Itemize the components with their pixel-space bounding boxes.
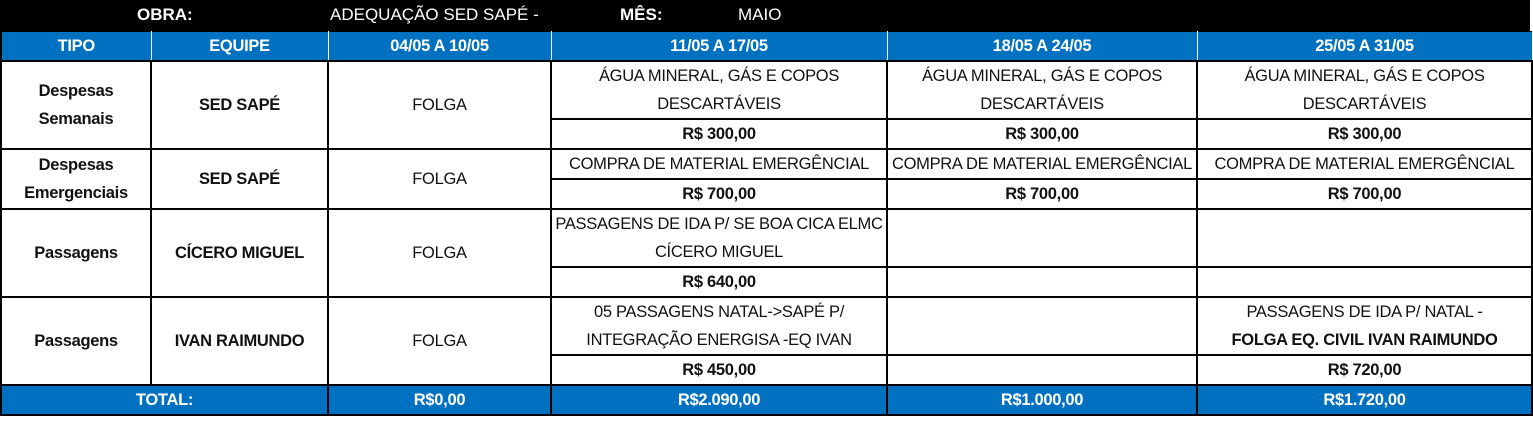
- total-week3: R$1.000,00: [886, 384, 1198, 416]
- total-row: TOTAL: R$0,00 R$2.090,00 R$1.000,00 R$1.720,…: [0, 384, 1533, 416]
- w2-description: ÁGUA MINERAL, GÁS E COPOS DESCARTÁVEIS: [598, 67, 840, 113]
- total-week2: R$2.090,00: [550, 384, 888, 416]
- w3-description: COMPRA DE MATERIAL EMERGÊNCIAL: [892, 155, 1192, 173]
- w3-amount: R$ 300,00: [886, 118, 1198, 150]
- w2-amount: R$ 700,00: [550, 178, 888, 210]
- w2-amount: R$ 640,00: [550, 266, 888, 298]
- w3-description: ÁGUA MINERAL, GÁS E COPOS DESCARTÁVEIS: [921, 67, 1163, 113]
- col-header-week3: 18/05 A 24/05: [886, 31, 1198, 62]
- w2-description-cell: PASSAGENS DE IDA P/ SE BOA CICA ELMC CÍC…: [550, 208, 888, 268]
- title-bar: OBRA: ADEQUAÇÃO SED SAPÉ - MÊS: MAIO: [0, 0, 1530, 31]
- w3-description-cell: [886, 208, 1198, 268]
- col-header-week1: 04/05 A 10/05: [327, 31, 552, 62]
- col-header-week2: 11/05 A 17/05: [550, 31, 888, 62]
- w2-description: PASSAGENS DE IDA P/ SE BOA CICA ELMC CÍC…: [555, 215, 883, 261]
- w2-amount: R$ 450,00: [550, 354, 888, 386]
- tipo-cell: Passagens: [0, 296, 152, 386]
- mes-label: MÊS:: [620, 5, 663, 24]
- w4-description: PASSAGENS DE IDA P/ NATAL -: [1246, 303, 1483, 321]
- total-label: TOTAL:: [0, 384, 329, 416]
- w2-description-cell: COMPRA DE MATERIAL EMERGÊNCIAL: [550, 148, 888, 180]
- w2-description: COMPRA DE MATERIAL EMERGÊNCIAL: [569, 155, 869, 173]
- w4-description-cell: [1196, 208, 1533, 268]
- week1-cell: FOLGA: [327, 148, 552, 210]
- w3-amount: R$ 700,00: [886, 178, 1198, 210]
- tipo-cell: Passagens: [0, 208, 152, 298]
- w3-amount: [886, 354, 1198, 386]
- w4-amount: R$ 720,00: [1196, 354, 1533, 386]
- col-header-week4: 25/05 A 31/05: [1196, 31, 1533, 62]
- equipe-cell: IVAN RAIMUNDO: [150, 296, 329, 386]
- column-headers: TIPO EQUIPE 04/05 A 10/05 11/05 A 17/05 …: [0, 31, 1533, 62]
- w3-amount: [886, 266, 1198, 298]
- w4-description-cell: PASSAGENS DE IDA P/ NATAL - FOLGA EQ. CIV…: [1196, 296, 1533, 356]
- w2-description-cell: ÁGUA MINERAL, GÁS E COPOS DESCARTÁVEIS: [550, 60, 888, 120]
- w4-description: COMPRA DE MATERIAL EMERGÊNCIAL: [1214, 155, 1515, 173]
- expense-table: TIPO EQUIPE 04/05 A 10/05 11/05 A 17/05 …: [0, 31, 1533, 416]
- obra-label: OBRA:: [137, 5, 193, 24]
- w4-amount: [1196, 266, 1533, 298]
- w4-amount: R$ 300,00: [1196, 118, 1533, 150]
- w4-description-cell: ÁGUA MINERAL, GÁS E COPOS DESCARTÁVEIS: [1196, 60, 1533, 120]
- equipe-cell: SED SAPÉ: [150, 148, 329, 210]
- week1-cell: FOLGA: [327, 60, 552, 150]
- total-week4: R$1.720,00: [1196, 384, 1533, 416]
- w2-description: 05 PASSAGENS NATAL->SAPÉ P/ INTEGRAÇÃO E…: [586, 303, 852, 349]
- w2-amount: R$ 300,00: [550, 118, 888, 150]
- w3-description-cell: COMPRA DE MATERIAL EMERGÊNCIAL: [886, 148, 1198, 180]
- tipo-cell: Despesas Emergenciais: [0, 148, 152, 210]
- col-header-equipe: EQUIPE: [150, 31, 329, 62]
- tipo-cell: Despesas Semanais: [0, 60, 152, 150]
- w4-description-bold: FOLGA EQ. CIVIL IVAN RAIMUNDO: [1231, 331, 1498, 349]
- week1-cell: FOLGA: [327, 296, 552, 386]
- w4-description-cell: COMPRA DE MATERIAL EMERGÊNCIAL: [1196, 148, 1533, 180]
- w4-description: ÁGUA MINERAL, GÁS E COPOS DESCARTÁVEIS: [1244, 67, 1485, 113]
- w2-description-cell: 05 PASSAGENS NATAL->SAPÉ P/ INTEGRAÇÃO E…: [550, 296, 888, 356]
- col-header-tipo: TIPO: [0, 31, 152, 62]
- equipe-cell: SED SAPÉ: [150, 60, 329, 150]
- total-week1: R$0,00: [327, 384, 552, 416]
- w3-description-cell: ÁGUA MINERAL, GÁS E COPOS DESCARTÁVEIS: [886, 60, 1198, 120]
- week1-cell: FOLGA: [327, 208, 552, 298]
- mes-value: MAIO: [738, 5, 782, 24]
- w3-description-cell: [886, 296, 1198, 356]
- obra-value: ADEQUAÇÃO SED SAPÉ -: [330, 5, 539, 24]
- equipe-cell: CÍCERO MIGUEL: [150, 208, 329, 298]
- w4-amount: R$ 700,00: [1196, 178, 1533, 210]
